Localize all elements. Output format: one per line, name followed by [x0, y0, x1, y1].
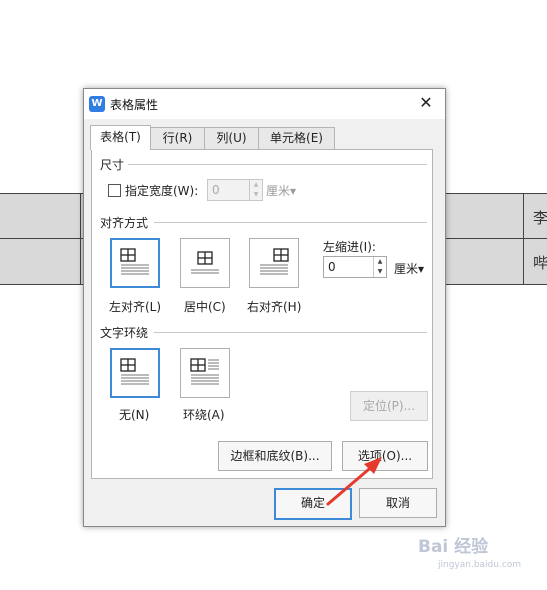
stepper-arrows: ▲ ▼	[373, 257, 386, 277]
table-column-divider	[523, 193, 524, 285]
tab-cell[interactable]: 单元格(E)	[258, 127, 335, 149]
wrap-around-option[interactable]	[180, 348, 230, 398]
dialog-titlebar[interactable]: W 表格属性 ✕	[84, 89, 445, 119]
table-cell-text: 哔	[533, 254, 547, 272]
align-right-label: 右对齐(H)	[247, 300, 302, 314]
width-unit-dropdown[interactable]: 厘米▾	[266, 182, 296, 199]
section-divider	[154, 222, 427, 223]
section-divider	[154, 332, 427, 333]
tab-column[interactable]: 列(U)	[204, 127, 259, 149]
wrap-none-option[interactable]	[110, 348, 160, 398]
stepper-down-icon[interactable]: ▼	[374, 267, 386, 277]
watermark-logo: Bai 经验	[418, 537, 489, 557]
stepper-up-icon[interactable]: ▲	[374, 257, 386, 267]
stepper-up-icon[interactable]: ▲	[250, 180, 262, 190]
table-column-divider	[80, 193, 81, 285]
size-section-title: 尺寸	[100, 156, 129, 173]
table-cell-text: 李	[533, 209, 547, 227]
align-center-icon	[191, 251, 219, 274]
watermark-url: jingyan.baidu.com	[438, 560, 522, 570]
wrap-none-icon	[120, 358, 149, 385]
align-center-label: 居中(C)	[184, 300, 226, 314]
stepper-arrows: ▲ ▼	[249, 180, 262, 200]
wrap-none-label: 无(N)	[119, 408, 150, 422]
align-right-option[interactable]	[249, 238, 299, 288]
indent-label: 左缩进(I):	[323, 240, 376, 254]
align-left-option[interactable]	[110, 238, 160, 288]
wrap-section-title: 文字环绕	[100, 324, 153, 341]
indent-value: 0	[328, 260, 336, 274]
indent-stepper[interactable]: 0 ▲ ▼	[323, 256, 387, 278]
wrap-around-label: 环绕(A)	[183, 408, 225, 422]
wrap-around-icon	[190, 358, 219, 385]
table-properties-dialog: W 表格属性 ✕ 表格(T) 行(R) 列(U) 单元格(E) 尺寸 指定宽度(…	[83, 88, 446, 527]
wps-app-icon: W	[89, 96, 105, 112]
width-value: 0	[212, 183, 220, 197]
tab-panel-table: 尺寸 指定宽度(W): 0 ▲ ▼ 厘米▾ 对齐方式 左对齐(L) 居中(C) …	[91, 149, 433, 479]
section-divider	[122, 164, 427, 165]
stepper-down-icon[interactable]: ▼	[250, 190, 262, 200]
borders-shading-button[interactable]: 边框和底纹(B)...	[218, 441, 332, 471]
align-center-option[interactable]	[180, 238, 230, 288]
specify-width-checkbox[interactable]	[108, 184, 121, 197]
annotation-arrow-icon	[326, 457, 382, 506]
align-left-icon	[120, 248, 149, 275]
position-button[interactable]: 定位(P)...	[350, 391, 428, 421]
tab-row[interactable]: 行(R)	[150, 127, 205, 149]
width-stepper[interactable]: 0 ▲ ▼	[207, 179, 263, 201]
tab-table[interactable]: 表格(T)	[90, 125, 151, 150]
specify-width-label: 指定宽度(W):	[125, 184, 199, 198]
close-icon[interactable]: ✕	[415, 92, 437, 114]
dialog-title: 表格属性	[110, 98, 159, 112]
align-right-icon	[260, 248, 289, 275]
align-left-label: 左对齐(L)	[109, 300, 162, 314]
align-section-title: 对齐方式	[100, 214, 153, 231]
indent-unit-dropdown[interactable]: 厘米▾	[394, 260, 424, 277]
